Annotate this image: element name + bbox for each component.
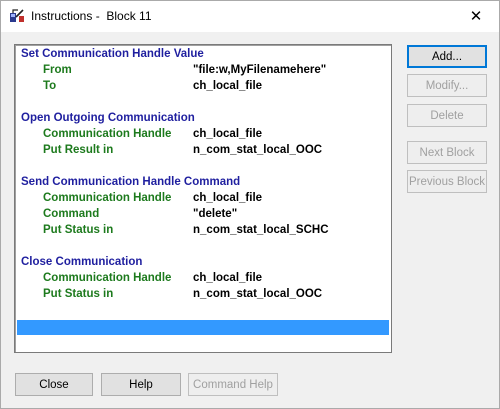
param-value[interactable]: n_com_stat_local_OOC [193, 144, 322, 156]
previous-block-button[interactable]: Previous Block [407, 170, 487, 193]
close-button[interactable]: Close [15, 373, 93, 396]
param-value[interactable]: ch_local_file [193, 80, 262, 92]
param-label[interactable]: Command [43, 208, 99, 220]
param-value[interactable]: ch_local_file [193, 192, 262, 204]
close-window-button[interactable]: ✕ [453, 1, 499, 31]
close-icon: ✕ [469, 6, 483, 25]
param-label[interactable]: To [43, 80, 56, 92]
param-label[interactable]: Put Result in [43, 144, 113, 156]
instructions-dialog: Instructions - Block 11 ✕ Set Communicat… [0, 0, 500, 409]
delete-button[interactable]: Delete [407, 104, 487, 127]
modify-button[interactable]: Modify... [407, 74, 487, 97]
param-value[interactable]: "file:w,MyFilenamehere" [193, 64, 326, 76]
instruction-heading[interactable]: Send Communication Handle Command [21, 176, 240, 188]
help-button[interactable]: Help [101, 373, 181, 396]
instruction-heading[interactable]: Set Communication Handle Value [21, 48, 204, 60]
title-bar[interactable]: Instructions - Block 11 ✕ [1, 1, 499, 32]
next-block-button[interactable]: Next Block [407, 141, 487, 164]
selected-insertion-row[interactable] [17, 320, 389, 335]
param-label[interactable]: Communication Handle [43, 192, 171, 204]
param-value[interactable]: ch_local_file [193, 128, 262, 140]
add-button[interactable]: Add... [407, 45, 487, 68]
instruction-heading[interactable]: Open Outgoing Communication [21, 112, 195, 124]
param-label[interactable]: Communication Handle [43, 128, 171, 140]
instruction-list[interactable]: Set Communication Handle Value From "fil… [14, 44, 392, 353]
param-value[interactable]: n_com_stat_local_SCHC [193, 224, 329, 236]
param-value[interactable]: "delete" [193, 208, 237, 220]
instruction-heading[interactable]: Close Communication [21, 256, 142, 268]
param-value[interactable]: ch_local_file [193, 272, 262, 284]
param-label[interactable]: Put Status in [43, 288, 113, 300]
param-label[interactable]: Put Status in [43, 224, 113, 236]
network-cable-icon [10, 9, 24, 22]
param-label[interactable]: From [43, 64, 72, 76]
param-label[interactable]: Communication Handle [43, 272, 171, 284]
param-value[interactable]: n_com_stat_local_OOC [193, 288, 322, 300]
command-help-button[interactable]: Command Help [188, 373, 278, 396]
window-title: Instructions - Block 11 [31, 9, 152, 23]
